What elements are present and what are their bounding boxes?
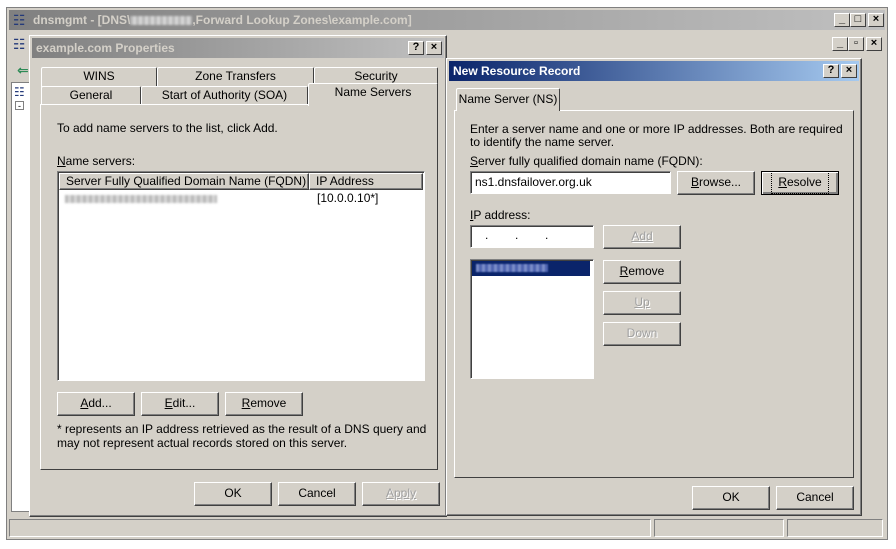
up-button[interactable]: Up [603,291,681,315]
list-header: Server Fully Qualified Domain Name (FQDN… [59,173,423,190]
edit-button[interactable]: Edit... [141,392,219,416]
main-title-suffix: ,Forward Lookup Zones\example.com] [192,13,412,27]
column-header-ip[interactable]: IP Address [309,173,423,190]
tab-name-servers[interactable]: Name Servers [308,83,438,106]
main-title-prefix: dnsmgmt - [DNS\ [33,13,131,27]
rr-title-bar[interactable]: New Resource Record ? × [449,61,859,81]
down-button[interactable]: Down [603,322,681,346]
apply-button[interactable]: Apply [362,482,440,506]
status-pane-3 [787,519,883,537]
back-arrow-icon[interactable]: ⇐ [17,62,29,79]
main-title-bar[interactable]: ☷ dnsmgmt - [DNS\ ,Forward Lookup Zones\e… [9,10,885,30]
ip-dots: . . . [485,228,549,242]
status-pane-1 [9,519,651,537]
child-window-icon: ☷ [13,36,26,52]
fqdn-input[interactable]: ns1.dnsfailover.org.uk [470,171,671,194]
rr-title: New Resource Record [453,64,581,78]
tab-general[interactable]: General [41,86,141,105]
tab-soa[interactable]: Start of Authority (SOA) [141,86,308,105]
fqdn-value: ns1.dnsfailover.org.uk [475,175,592,189]
name-servers-label: Name servers: [57,154,136,168]
rr-help-button[interactable]: ? [823,64,839,78]
table-row[interactable]: [10.0.0.10*] [59,191,423,207]
footnote-text: * represents an IP address retrieved as … [57,422,427,450]
dns-app-icon: ☷ [13,12,26,28]
tab-zone-transfers[interactable]: Zone Transfers [157,67,314,87]
row-ip: [10.0.0.10*] [317,191,379,205]
tree-expand-icon[interactable]: - [15,101,24,111]
properties-close-button[interactable]: × [426,41,442,55]
new-resource-record-dialog: New Resource Record ? × Name Server (NS)… [446,58,862,516]
rr-cancel-button[interactable]: Cancel [776,486,854,510]
resolve-button[interactable]: Resolve [761,171,839,195]
ip-address-input[interactable]: . . . [470,225,594,248]
add-button[interactable]: Add... [57,392,135,416]
close-button[interactable]: × [868,13,884,27]
rr-close-button[interactable]: × [841,64,857,78]
rr-tab-page: Enter a server name and one or more IP a… [454,110,854,478]
properties-title-bar[interactable]: example.com Properties ? × [32,38,444,58]
properties-title: example.com Properties [36,41,175,55]
properties-dialog: example.com Properties ? × WINS Zone Tra… [29,35,447,517]
maximize-button[interactable]: □ [850,13,866,27]
help-button[interactable]: ? [408,41,424,55]
ip-address-list[interactable] [470,259,594,379]
minimize-button[interactable]: _ [834,13,850,27]
child-minimize-button[interactable]: _ [832,37,848,51]
child-restore-button[interactable]: ▫ [848,37,864,51]
name-servers-page: To add name servers to the list, click A… [40,104,438,470]
tab-wins[interactable]: WINS [41,67,157,87]
ip-remove-button[interactable]: Remove [603,260,681,284]
fqdn-label: Server fully qualified domain name (FQDN… [470,154,703,168]
status-pane-2 [654,519,784,537]
browse-button[interactable]: Browse... [677,171,755,195]
intro-text: To add name servers to the list, click A… [57,121,278,135]
ip-add-button[interactable]: Add [603,225,681,249]
column-header-fqdn[interactable]: Server Fully Qualified Domain Name (FQDN… [59,173,309,190]
tab-name-server-ns[interactable]: Name Server (NS) [456,88,560,111]
ip-address-label: IP address: [470,208,531,222]
rr-description: Enter a server name and one or more IP a… [470,122,843,149]
status-bar [9,519,885,537]
list-item-selected[interactable] [472,261,590,276]
redacted-fqdn [65,195,217,203]
ok-button[interactable]: OK [194,482,272,506]
remove-button[interactable]: Remove [225,392,303,416]
name-servers-list[interactable]: Server Fully Qualified Domain Name (FQDN… [57,171,425,381]
tree-pane: ☷ - [11,82,31,512]
redacted-server-name [130,16,193,26]
redacted-ip [476,264,548,272]
cancel-button[interactable]: Cancel [278,482,356,506]
child-close-button[interactable]: × [866,37,882,51]
rr-ok-button[interactable]: OK [692,486,770,510]
tree-node-icon: ☷ [14,85,25,99]
